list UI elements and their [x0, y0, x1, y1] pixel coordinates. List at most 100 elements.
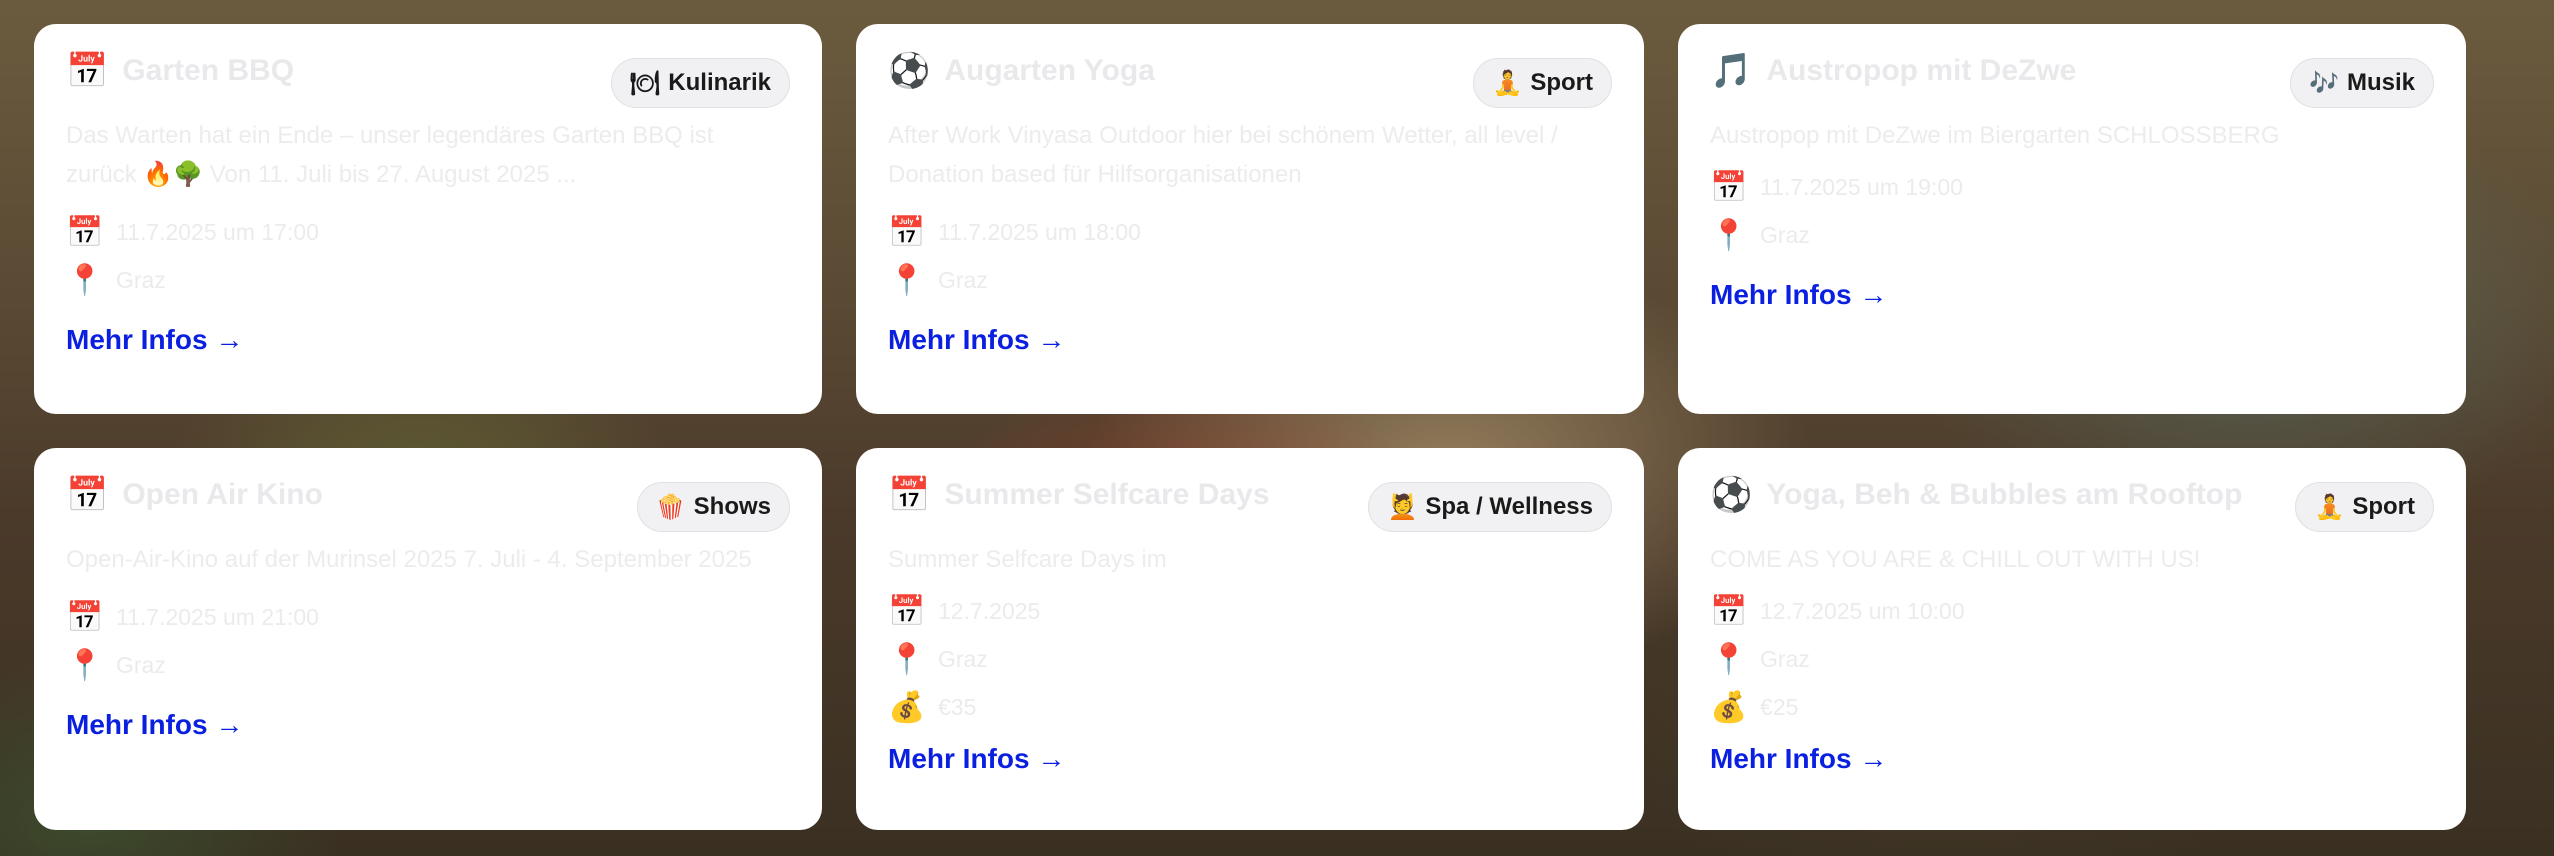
- calendar-icon: 📅: [888, 475, 931, 515]
- location-row: 📍 Graz: [1710, 215, 2434, 255]
- pin-icon: 📍: [888, 641, 926, 677]
- card-description: Das Warten hat ein Ende – unser legendär…: [66, 116, 790, 194]
- card-description: COME AS YOU ARE & CHILL OUT WITH US!: [1710, 546, 2201, 573]
- category-badge: 💆 Spa / Wellness: [1368, 482, 1612, 532]
- popcorn-icon: 🍿: [655, 493, 686, 521]
- more-info-link[interactable]: Mehr Infos →: [888, 743, 1612, 775]
- price-text: €35: [938, 693, 977, 720]
- fire-tree-emoji: 🔥🌳: [143, 160, 204, 188]
- location-text: Graz: [938, 645, 988, 672]
- pin-icon: 📍: [888, 262, 926, 298]
- event-grid: 📅 Garten BBQ 🍽 Kulinarik Das Warten hat …: [34, 24, 2466, 830]
- category-label: Musik: [2346, 69, 2415, 96]
- location-text: Graz: [116, 266, 166, 293]
- card-description: Austropop mit DeZwe im Biergarten SCHLOS…: [1710, 122, 2280, 149]
- category-label: Shows: [693, 493, 771, 520]
- location-row: 📍 Graz: [66, 645, 790, 685]
- category-badge: 🧘 Sport: [2295, 482, 2434, 532]
- card-title: Austropop mit DeZwe: [1766, 54, 2077, 87]
- calendar-icon: 📅: [66, 475, 109, 515]
- category-badge: 🎶 Musik: [2290, 58, 2434, 108]
- date-text: 11.7.2025 um 21:00: [116, 603, 319, 630]
- date-text: 12.7.2025: [938, 597, 1041, 624]
- location-row: 📍 Graz: [1710, 639, 2434, 679]
- event-card: 📅 Garten BBQ 🍽 Kulinarik Das Warten hat …: [34, 24, 822, 414]
- price-row: 💰 €25: [1710, 687, 2434, 727]
- spa-icon: 💆: [1387, 493, 1418, 521]
- location-row: 📍 Graz: [66, 260, 790, 300]
- pin-icon: 📍: [1710, 641, 1748, 677]
- card-header: ⚽ Augarten Yoga 🧘 Sport: [888, 52, 1612, 108]
- description-tail: Von 11. Juli bis 27. August 2025 ...: [209, 161, 577, 188]
- more-info-link[interactable]: Mehr Infos →: [1710, 279, 2434, 311]
- calendar-icon: 📅: [1710, 169, 1748, 205]
- card-header: 📅 Summer Selfcare Days 💆 Spa / Wellness: [888, 476, 1612, 532]
- location-row: 📍 Graz: [888, 260, 1612, 300]
- cutlery-icon: 🍽: [629, 69, 661, 97]
- calendar-icon: 📅: [66, 599, 104, 635]
- card-meta: 📅 11.7.2025 um 18:00 📍 Graz: [888, 212, 1612, 300]
- date-text: 11.7.2025 um 19:00: [1760, 173, 1963, 200]
- more-info-link[interactable]: Mehr Infos →: [888, 324, 1612, 356]
- date-row: 📅 11.7.2025 um 19:00: [1710, 167, 2434, 207]
- music-notes-icon: 🎶: [2309, 69, 2339, 97]
- more-info-link[interactable]: Mehr Infos →: [66, 324, 790, 356]
- music-note-icon: 🎵: [1710, 51, 1753, 91]
- card-title-wrap: 📅 Garten BBQ: [66, 54, 294, 88]
- calendar-icon: 📅: [888, 214, 926, 250]
- money-bag-icon: 💰: [888, 689, 926, 725]
- card-title-wrap: ⚽ Yoga, Beh & Bubbles am Rooftop: [1710, 478, 2242, 512]
- calendar-icon: 📅: [66, 51, 109, 91]
- card-header: 📅 Open Air Kino 🍿 Shows: [66, 476, 790, 532]
- more-info-link[interactable]: Mehr Infos →: [66, 709, 790, 741]
- soccer-ball-icon: ⚽: [1710, 475, 1753, 515]
- date-row: 📅 11.7.2025 um 18:00: [888, 212, 1612, 252]
- card-meta: 📅 11.7.2025 um 21:00 📍 Graz: [66, 597, 790, 685]
- event-card: 📅 Open Air Kino 🍿 Shows Open-Air-Kino au…: [34, 448, 822, 830]
- price-row: 💰 €35: [888, 687, 1612, 727]
- location-text: Graz: [938, 266, 988, 293]
- card-meta: 📅 11.7.2025 um 17:00 📍 Graz: [66, 212, 790, 300]
- category-label: Kulinarik: [668, 69, 771, 96]
- money-bag-icon: 💰: [1710, 689, 1748, 725]
- category-badge: 🧘 Sport: [1473, 58, 1612, 108]
- category-label: Spa / Wellness: [1425, 493, 1593, 520]
- card-header: 🎵 Austropop mit DeZwe 🎶 Musik: [1710, 52, 2434, 108]
- card-meta: 📅 12.7.2025 um 10:00 📍 Graz 💰 €25: [1710, 591, 2434, 727]
- category-label: Sport: [1530, 69, 1593, 96]
- date-text: 11.7.2025 um 18:00: [938, 218, 1141, 245]
- location-text: Graz: [116, 651, 166, 678]
- more-info-link[interactable]: Mehr Infos →: [1710, 743, 2434, 775]
- card-title: Summer Selfcare Days: [944, 478, 1270, 511]
- pin-icon: 📍: [66, 262, 104, 298]
- location-row: 📍 Graz: [888, 639, 1612, 679]
- date-row: 📅 11.7.2025 um 21:00: [66, 597, 790, 637]
- event-card: 📅 Summer Selfcare Days 💆 Spa / Wellness …: [856, 448, 1644, 830]
- card-description: Open-Air-Kino auf der Murinsel 2025 7. J…: [66, 546, 752, 573]
- date-row: 📅 11.7.2025 um 17:00: [66, 212, 790, 252]
- yoga-icon: 🧘: [1492, 69, 1523, 97]
- card-title: Open Air Kino: [122, 478, 323, 511]
- event-card: 🎵 Austropop mit DeZwe 🎶 Musik Austropop …: [1678, 24, 2466, 414]
- event-card: ⚽ Yoga, Beh & Bubbles am Rooftop 🧘 Sport…: [1678, 448, 2466, 830]
- yoga-icon: 🧘: [2314, 493, 2345, 521]
- card-title-wrap: ⚽ Augarten Yoga: [888, 54, 1155, 88]
- card-title-wrap: 📅 Summer Selfcare Days: [888, 478, 1270, 512]
- category-badge: 🍽 Kulinarik: [610, 58, 790, 108]
- card-title: Garten BBQ: [122, 54, 295, 87]
- calendar-icon: 📅: [1710, 593, 1748, 629]
- date-text: 12.7.2025 um 10:00: [1760, 597, 1965, 624]
- location-text: Graz: [1760, 221, 1810, 248]
- card-description: After Work Vinyasa Outdoor hier bei schö…: [888, 122, 1558, 188]
- soccer-ball-icon: ⚽: [888, 51, 931, 91]
- card-title-wrap: 🎵 Austropop mit DeZwe: [1710, 54, 2076, 88]
- calendar-icon: 📅: [66, 214, 104, 250]
- pin-icon: 📍: [1710, 217, 1748, 253]
- category-badge: 🍿 Shows: [636, 482, 790, 532]
- price-text: €25: [1760, 693, 1799, 720]
- card-title: Augarten Yoga: [944, 54, 1155, 87]
- location-text: Graz: [1760, 645, 1810, 672]
- card-meta: 📅 11.7.2025 um 19:00 📍 Graz: [1710, 167, 2434, 255]
- card-meta: 📅 12.7.2025 📍 Graz 💰 €35: [888, 591, 1612, 727]
- card-title: Yoga, Beh & Bubbles am Rooftop: [1766, 478, 2243, 511]
